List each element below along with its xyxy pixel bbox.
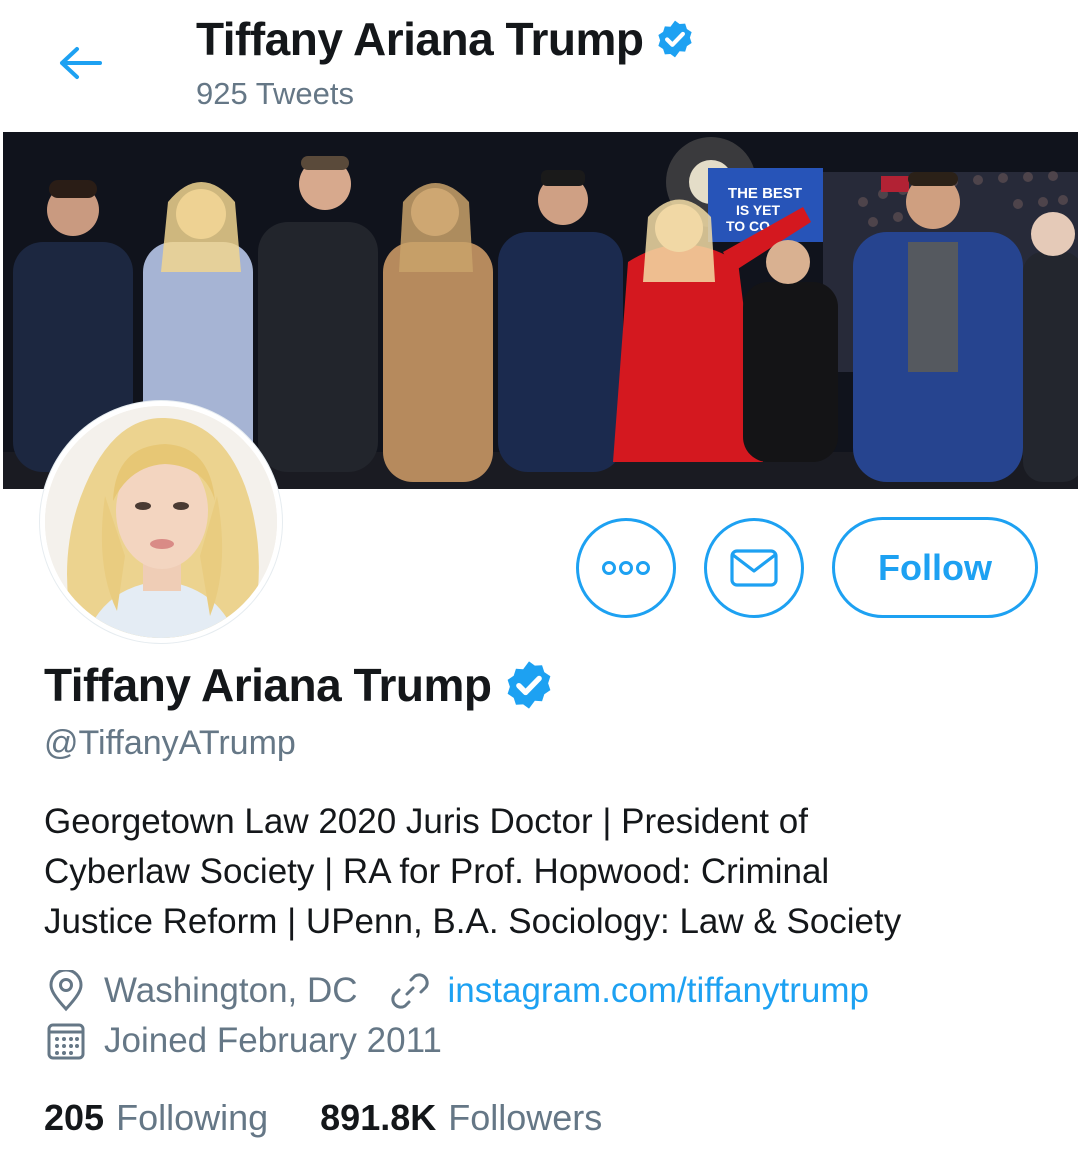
followers-label: Followers — [448, 1097, 603, 1138]
followers-count: 891.8K — [320, 1097, 437, 1138]
profile-handle: @TiffanyATrump — [44, 724, 296, 762]
following-count: 205 — [44, 1097, 105, 1138]
bio-line: Justice Reform | UPenn, B.A. Sociology: … — [44, 902, 902, 941]
message-button[interactable] — [704, 518, 804, 618]
bio-line: Georgetown Law 2020 Juris Doctor | Presi… — [44, 802, 808, 841]
more-options-button[interactable] — [576, 518, 676, 618]
more-options-icon — [602, 561, 650, 575]
profile-meta-location-website: Washington, DC instagram.com/tiffanytrum… — [44, 969, 869, 1013]
tweet-count: 925 Tweets — [196, 76, 354, 111]
calendar-icon — [44, 1019, 88, 1063]
arrow-left-icon — [60, 47, 102, 79]
back-button[interactable] — [52, 38, 108, 88]
profile-name-row: Tiffany Ariana Trump — [44, 658, 556, 712]
following-stat[interactable]: 205 Following — [44, 1097, 268, 1139]
sign-line-2: IS YET — [736, 202, 781, 218]
top-bar: Tiffany Ariana Trump 925 Tweets — [0, 0, 1080, 132]
link-icon — [388, 969, 432, 1013]
verified-badge-icon — [657, 20, 692, 58]
envelope-icon — [730, 549, 778, 587]
header-name: Tiffany Ariana Trump — [196, 13, 644, 65]
verified-badge-icon — [507, 661, 550, 709]
profile-bio: Georgetown Law 2020 Juris Doctor | Presi… — [44, 797, 1044, 947]
bio-line: Cyberlaw Society | RA for Prof. Hopwood:… — [44, 852, 830, 891]
location-pin-icon — [44, 969, 88, 1013]
avatar-photo — [45, 406, 277, 638]
website-link[interactable]: instagram.com/tiffanytrump — [448, 971, 869, 1011]
profile-name: Tiffany Ariana Trump — [44, 659, 492, 711]
followers-stat[interactable]: 891.8K Followers — [320, 1097, 602, 1139]
location-text: Washington, DC — [104, 971, 358, 1010]
following-label: Following — [116, 1097, 269, 1138]
header-title: Tiffany Ariana Trump — [196, 12, 696, 66]
profile-stats: 205 Following 891.8K Followers — [44, 1097, 602, 1139]
profile-avatar[interactable] — [40, 401, 282, 643]
follow-button[interactable]: Follow — [832, 517, 1038, 618]
profile-meta-joined: Joined February 2011 — [44, 1019, 442, 1063]
joined-date: Joined February 2011 — [104, 1021, 442, 1060]
sign-line-1: THE BEST — [728, 185, 802, 202]
